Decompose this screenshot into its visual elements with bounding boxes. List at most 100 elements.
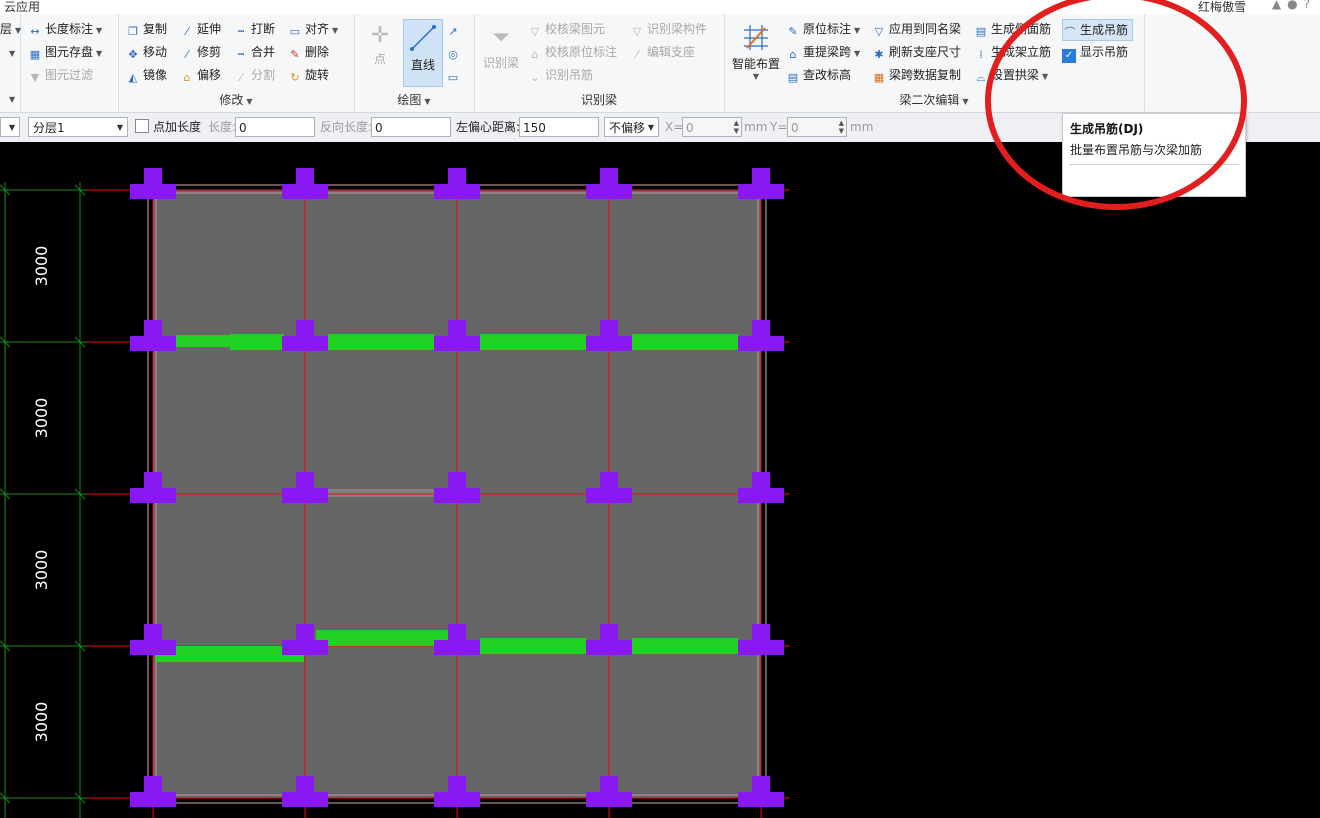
cloud-app-label[interactable]: 云应用 <box>4 0 40 15</box>
re-extract-span-button[interactable]: ⌂ 重提梁跨 ▼ <box>786 42 861 62</box>
dim-length-button[interactable]: ↔ 长度标注 ▼ <box>28 19 102 39</box>
left-group-expand[interactable]: ▼ <box>6 88 15 108</box>
check-origin-mark-button[interactable]: ⌂ 校核原位标注 <box>528 42 618 62</box>
dimension-label: 3000 <box>32 398 51 439</box>
beam-edit-group-title[interactable]: 梁二次编辑 ▼ <box>724 91 1144 108</box>
point-button[interactable]: ✛ 点 <box>362 22 398 78</box>
common-group: ↔ 长度标注 ▼ ▦ 图元存盘 ▼ ▼ 图元过滤 <box>20 14 119 112</box>
gen-hanger-button[interactable]: ⌒ 生成吊筋 <box>1062 19 1134 41</box>
split-icon: ⁄ <box>240 71 242 84</box>
layer-dropdown[interactable]: 层 ▼ <box>0 19 21 39</box>
drawing-canvas[interactable]: 3000 3000 3000 3000 <box>0 142 1320 818</box>
delete-button[interactable]: ✎ 删除 <box>288 42 329 62</box>
set-arch-beam-button[interactable]: ⌓ 设置拱梁 ▼ <box>974 65 1049 85</box>
secondary-beam <box>156 646 304 662</box>
left-offset-input[interactable]: 150 <box>519 117 599 137</box>
dimension-label: 3000 <box>32 246 51 287</box>
arch-beam-icon: ⌓ <box>976 71 986 84</box>
apply-same-name-button[interactable]: ▽ 应用到同名梁 <box>872 19 961 39</box>
trim-icon: ⁄ <box>186 48 188 61</box>
x-label: X= <box>665 120 684 134</box>
origin-mark-button[interactable]: ✎ 原位标注 ▼ <box>786 19 860 39</box>
floor-select[interactable]: ▼ <box>0 117 20 137</box>
filter-element-button[interactable]: ▼ 图元过滤 <box>28 65 93 85</box>
circle-draw-button[interactable]: ◎ <box>446 42 463 62</box>
gen-side-rebar-button[interactable]: ▤ 生成侧面筋 <box>974 19 1051 39</box>
show-hanger-checkbox[interactable]: ✓ 显示吊筋 <box>1062 42 1128 63</box>
draw-group-title[interactable]: 绘图 ▼ <box>354 91 474 108</box>
split-button[interactable]: ⁄ 分割 <box>234 65 275 85</box>
smart-layout-button[interactable]: 智能布置 ▼ <box>728 22 784 94</box>
layer-select[interactable]: 分层1 ▼ <box>28 117 128 137</box>
circle-icon: ◎ <box>448 48 458 61</box>
beam-edit-group: 智能布置 ▼ ✎ 原位标注 ▼ ▽ 应用到同名梁 ▤ 生成侧面筋 ⌒ 生成吊筋 ⌂ 重提梁跨… <box>724 14 1145 112</box>
dimension-label: 3000 <box>32 550 51 591</box>
rotate-button[interactable]: ↻ 旋转 <box>288 65 329 85</box>
recognize-beam-button[interactable]: ⏷ 识别梁 <box>480 22 522 80</box>
mirror-button[interactable]: ◭ 镜像 <box>126 65 167 85</box>
break-button[interactable]: ┅ 打断 <box>234 19 275 39</box>
help-icon[interactable]: ? <box>1304 0 1316 11</box>
tooltip-description: 批量布置吊筋与次梁加筋 <box>1070 143 1203 157</box>
align-icon: ▭ <box>289 25 301 38</box>
left-dropdown-2[interactable]: ▼ <box>6 42 15 62</box>
check-beam-button[interactable]: ▽ 校核梁图元 <box>528 19 605 39</box>
checkbox-unchecked-icon <box>135 119 149 133</box>
x-input[interactable]: 0 ▲ ▼ <box>682 117 742 137</box>
smart-layout-icon <box>744 25 768 50</box>
line-button[interactable]: 直线 <box>403 19 443 87</box>
move-button[interactable]: ✥ 移动 <box>126 42 167 62</box>
origin-mark-icon: ✎ <box>788 25 798 38</box>
trim-button[interactable]: ⁄ 修剪 <box>180 42 221 62</box>
secondary-beam <box>632 638 738 654</box>
refresh-support-button[interactable]: ✱ 刷新支座尺寸 <box>872 42 961 62</box>
arc-draw-button[interactable]: ↗ <box>446 19 463 39</box>
offset-button[interactable]: ⌂ 偏移 <box>180 65 222 85</box>
recognize-hanger-button[interactable]: ⌄ 识别吊筋 <box>528 65 593 85</box>
line-icon <box>410 25 436 51</box>
mirror-icon: ◭ <box>128 71 138 84</box>
chat-icon[interactable]: ● <box>1287 0 1303 11</box>
draw-group: ✛ 点 直线 ↗ ◎ ▭ 绘图 ▼ <box>354 14 475 112</box>
dimension-label: 3000 <box>32 702 51 743</box>
recognize-hanger-icon: ⌄ <box>530 71 540 84</box>
secondary-beam <box>230 334 284 350</box>
y-input[interactable]: 0 ▲ ▼ <box>787 117 847 137</box>
user-name[interactable]: 红梅傲雪 <box>1198 0 1246 15</box>
merge-button[interactable]: ┅ 合并 <box>234 42 275 62</box>
gen-erection-rebar-button[interactable]: ⁞ 生成架立筋 <box>974 42 1051 62</box>
title-icons: ▲●? <box>1272 0 1316 11</box>
offset-select[interactable]: 不偏移 ▼ <box>604 117 659 137</box>
rect-draw-button[interactable]: ▭ <box>446 65 463 85</box>
layer-group: 层 ▼ ▼ ▼ <box>0 14 21 112</box>
reverse-length-input[interactable]: 0 <box>371 117 451 137</box>
tooltip-divider <box>1069 164 1239 165</box>
secondary-beam <box>480 334 586 350</box>
add-length-checkbox[interactable]: 点加长度 <box>135 117 201 137</box>
secondary-beam <box>328 334 434 350</box>
recognize-beam-comp-button[interactable]: ▽ 识别梁构件 <box>630 19 707 39</box>
ribbon: 层 ▼ ▼ ▼ ↔ 长度标注 ▼ ▦ 图元存盘 ▼ ▼ 图元过滤 ❐ 复制 ⁄ 延伸 ┅ 打断 ▭… <box>0 14 1320 113</box>
length-label: 长度: <box>208 120 237 134</box>
merge-icon: ┅ <box>237 48 245 61</box>
y-label: Y= <box>770 120 788 134</box>
edit-support-button[interactable]: ⁄ 编辑支座 <box>630 42 695 62</box>
copy-span-data-button[interactable]: ▦ 梁跨数据复制 <box>872 65 961 85</box>
modify-group-title[interactable]: 修改 ▼ <box>118 91 354 108</box>
hanger-tooltip: 生成吊筋(DJ) 批量布置吊筋与次梁加筋 <box>1062 113 1246 197</box>
align-button[interactable]: ▭ 对齐 ▼ <box>288 19 338 39</box>
copy-span-icon: ▦ <box>873 71 885 84</box>
inner-beam <box>328 489 434 497</box>
extend-button[interactable]: ⁄ 延伸 <box>180 19 221 39</box>
x-unit: mm <box>744 120 768 134</box>
hanger-icon: ⌒ <box>1064 26 1076 39</box>
edit-elevation-button[interactable]: ▤ 查改标高 <box>786 65 851 85</box>
refresh-support-icon: ✱ <box>874 48 884 61</box>
reverse-length-label: 反向长度: <box>320 120 373 134</box>
length-input[interactable]: 0 <box>235 117 315 137</box>
save-element-button[interactable]: ▦ 图元存盘 ▼ <box>28 42 102 62</box>
secondary-beam <box>632 334 738 350</box>
bell-icon[interactable]: ▲ <box>1272 0 1287 11</box>
filter-icon: ▼ <box>30 71 40 84</box>
copy-button[interactable]: ❐ 复制 <box>126 19 167 39</box>
